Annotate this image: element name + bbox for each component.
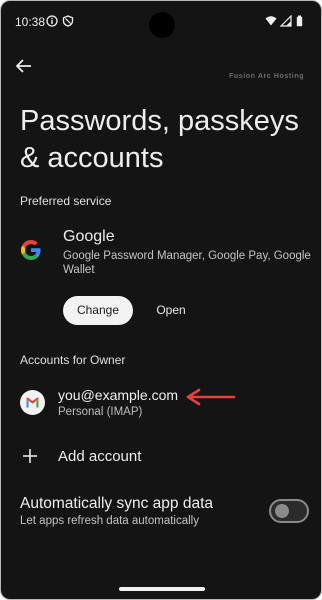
back-arrow-icon[interactable] bbox=[13, 55, 35, 77]
account-email: you@example.com bbox=[58, 387, 179, 403]
watermark-text: Fusion Arc Hosting bbox=[229, 73, 305, 80]
phone-screen: 10:38 Fusion Arc Hosting Passwords, pass… bbox=[0, 0, 322, 600]
battery-icon bbox=[296, 15, 303, 27]
shield-icon bbox=[62, 15, 74, 27]
account-type: Personal (IMAP) bbox=[58, 406, 143, 418]
preferred-service-label: Preferred service bbox=[20, 194, 112, 208]
wifi-icon bbox=[265, 16, 277, 26]
status-time: 10:38 bbox=[15, 15, 46, 29]
page-title: Passwords, passkeys & accounts bbox=[20, 105, 299, 174]
open-button[interactable]: Open bbox=[151, 296, 191, 325]
plus-icon bbox=[23, 449, 37, 463]
camera-cutout bbox=[149, 12, 175, 38]
add-account-label: Add account bbox=[58, 448, 142, 465]
change-button[interactable]: Change bbox=[63, 296, 133, 325]
home-indicator[interactable] bbox=[119, 587, 205, 591]
accounts-section-label: Accounts for Owner bbox=[20, 353, 126, 367]
sync-description: Let apps refresh data automatically bbox=[20, 515, 199, 527]
signal-icon bbox=[280, 15, 292, 27]
info-icon bbox=[46, 15, 58, 27]
google-logo-icon bbox=[21, 240, 41, 260]
status-bar: 10:38 bbox=[1, 1, 321, 41]
service-name: Google bbox=[63, 228, 115, 245]
sync-title: Automatically sync app data bbox=[20, 495, 213, 512]
annotation-arrow-icon bbox=[186, 388, 236, 406]
sync-toggle[interactable] bbox=[269, 499, 309, 523]
service-description: Google Password Manager, Google Pay, Goo… bbox=[63, 250, 311, 276]
toggle-knob bbox=[275, 504, 289, 518]
gmail-icon bbox=[20, 390, 45, 415]
